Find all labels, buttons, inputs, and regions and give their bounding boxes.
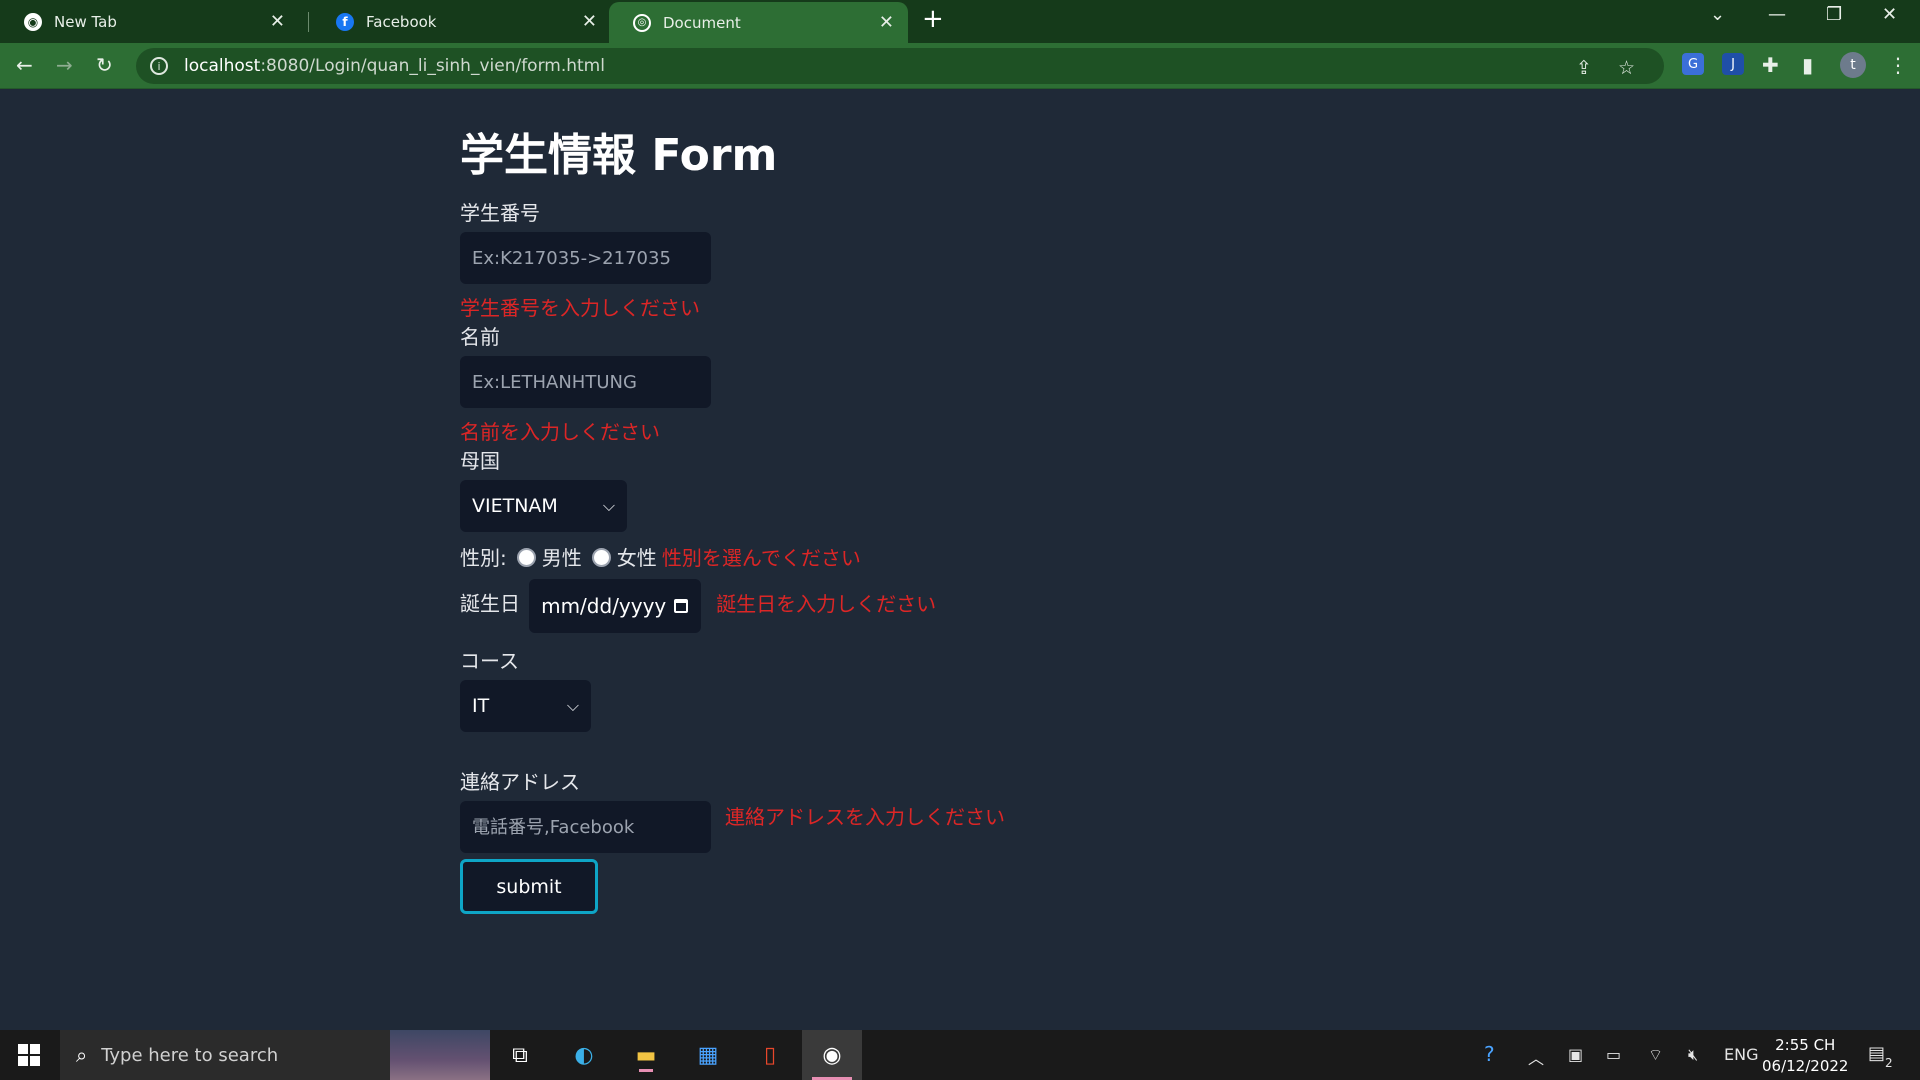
birthday-row: 誕生日 mm/dd/yyyy 誕生日を入力しください bbox=[460, 579, 1160, 633]
contact-label: 連絡アドレス bbox=[460, 770, 580, 794]
restore-icon[interactable]: ❐ bbox=[1826, 4, 1842, 25]
course-selected-value: IT bbox=[472, 695, 490, 717]
extensions-puzzle-icon[interactable]: ✚ bbox=[1762, 53, 1779, 77]
url-path: :8080/Login/quan_li_sinh_vien/form.html bbox=[260, 56, 605, 76]
chevron-down-icon: ⌵ bbox=[602, 496, 615, 515]
back-arrow-icon[interactable]: ← bbox=[16, 53, 33, 77]
page-title: 学生情報 Form bbox=[460, 130, 778, 181]
tab-divider bbox=[308, 12, 309, 32]
country-selected-value: VIETNAM bbox=[472, 495, 558, 517]
name-input[interactable] bbox=[460, 356, 711, 408]
gender-label: 性別: bbox=[460, 546, 507, 570]
j-extension-icon[interactable]: J bbox=[1722, 53, 1744, 75]
microsoft-store-icon[interactable]: ▦ bbox=[691, 1038, 725, 1072]
forward-arrow-icon[interactable]: → bbox=[56, 53, 73, 77]
side-panel-icon[interactable]: ▮ bbox=[1802, 53, 1813, 77]
minimize-icon[interactable]: — bbox=[1768, 4, 1786, 25]
window-close-icon[interactable]: ✕ bbox=[1882, 4, 1897, 25]
student-id-error: 学生番号を入力しください bbox=[460, 296, 700, 320]
volume-muted-icon[interactable]: 🔇︎ bbox=[1688, 1045, 1698, 1065]
contact-input[interactable] bbox=[460, 801, 711, 853]
chevron-down-icon: ⌵ bbox=[566, 696, 579, 715]
contact-error: 連絡アドレスを入力しください bbox=[725, 805, 1005, 829]
taskbar-search-box[interactable]: ⌕ Type here to search bbox=[60, 1030, 490, 1080]
battery-icon[interactable]: ▭ bbox=[1606, 1045, 1621, 1064]
birthday-date-input[interactable]: mm/dd/yyyy bbox=[529, 579, 702, 633]
facebook-icon: f bbox=[336, 12, 354, 31]
close-icon[interactable]: ✕ bbox=[879, 12, 894, 33]
share-icon[interactable]: ⇪ bbox=[1576, 57, 1592, 79]
file-explorer-icon[interactable]: ▬ bbox=[629, 1038, 663, 1072]
new-tab-icon[interactable]: + bbox=[922, 4, 944, 34]
clock-time: 2:55 CH bbox=[1775, 1036, 1836, 1054]
search-icon: ⌕ bbox=[76, 1043, 88, 1067]
chevron-up-icon[interactable]: ︿ bbox=[1528, 1045, 1544, 1069]
course-label: コース bbox=[460, 649, 519, 673]
office-icon[interactable]: ▯ bbox=[753, 1038, 787, 1072]
close-icon[interactable]: ✕ bbox=[270, 11, 285, 32]
student-id-label: 学生番号 bbox=[460, 201, 540, 225]
birthday-label: 誕生日 bbox=[460, 591, 520, 616]
radio-female-label: 女性 bbox=[616, 546, 657, 570]
taskbar-search-placeholder: Type here to search bbox=[101, 1044, 279, 1066]
tab-title: Facebook bbox=[366, 12, 437, 31]
windows-start-icon[interactable] bbox=[18, 1044, 40, 1066]
close-icon[interactable]: ✕ bbox=[582, 11, 597, 32]
clock-date: 06/12/2022 bbox=[1762, 1057, 1849, 1075]
tab-facebook[interactable]: f Facebook ✕ bbox=[312, 0, 611, 43]
radio-female[interactable] bbox=[591, 548, 611, 567]
bookmark-star-icon[interactable]: ☆ bbox=[1618, 57, 1635, 79]
notification-icon[interactable]: ▤ bbox=[1868, 1043, 1885, 1064]
radio-male-label: 男性 bbox=[541, 546, 582, 570]
task-view-icon[interactable]: ⧉ bbox=[503, 1038, 537, 1072]
menu-kebab-icon[interactable]: ⋮ bbox=[1888, 53, 1908, 77]
language-indicator[interactable]: ENG bbox=[1724, 1045, 1758, 1064]
submit-button[interactable]: submit bbox=[460, 859, 598, 914]
address-bar[interactable]: i localhost:8080/Login/quan_li_sinh_vien… bbox=[136, 48, 1664, 84]
url-host: localhost bbox=[184, 56, 261, 76]
taskbar: ⌕ Type here to search ⧉ ◐ ▬ ▦ ▯ ◉ ? ︿ ▣ … bbox=[0, 1030, 1920, 1080]
page-content: 学生情報 Form 学生番号 学生番号を入力しください 名前 名前を入力しくださ… bbox=[0, 89, 1920, 1030]
edge-icon[interactable]: ◐ bbox=[567, 1038, 601, 1072]
meet-now-icon[interactable]: ▣ bbox=[1568, 1045, 1583, 1064]
search-highlight-image bbox=[390, 1030, 490, 1080]
calendar-icon[interactable] bbox=[674, 599, 689, 613]
tab-strip: ◉ New Tab ✕ f Facebook ✕ ◎ Document ✕ + … bbox=[0, 0, 1920, 43]
student-id-input[interactable] bbox=[460, 232, 711, 284]
student-form: 学生情報 Form 学生番号 学生番号を入力しください 名前 名前を入力しくださ… bbox=[460, 119, 1160, 914]
tab-title: New Tab bbox=[54, 12, 117, 31]
chrome-taskbar-icon[interactable]: ◉ bbox=[802, 1030, 862, 1080]
profile-avatar[interactable]: t bbox=[1840, 52, 1866, 78]
taskbar-clock[interactable]: 2:55 CH 06/12/2022 bbox=[1762, 1035, 1848, 1077]
country-select[interactable]: VIETNAM ⌵ bbox=[460, 480, 627, 532]
site-info-icon[interactable]: i bbox=[150, 57, 168, 75]
name-error: 名前を入力しください bbox=[460, 420, 660, 444]
reload-icon[interactable]: ↻ bbox=[96, 53, 113, 77]
notification-count: 2 bbox=[1885, 1056, 1893, 1070]
chrome-icon: ◉ bbox=[24, 12, 42, 31]
gender-error: 性別を選んでください bbox=[661, 546, 861, 570]
globe-icon: ◎ bbox=[633, 13, 651, 32]
country-label: 母国 bbox=[460, 449, 500, 473]
tab-new-tab[interactable]: ◉ New Tab ✕ bbox=[0, 0, 299, 43]
course-select[interactable]: IT ⌵ bbox=[460, 680, 591, 732]
tab-search-icon[interactable]: ⌄ bbox=[1710, 4, 1725, 25]
birthday-error: 誕生日を入力しください bbox=[716, 591, 937, 616]
translate-extension-icon[interactable]: G bbox=[1682, 53, 1704, 75]
gender-row: 性別: 男性 女性 性別を選んでください bbox=[460, 542, 1160, 571]
browser-toolbar: ← → ↻ i localhost:8080/Login/quan_li_sin… bbox=[0, 43, 1920, 89]
wifi-icon[interactable]: ⌔ bbox=[1648, 1045, 1663, 1065]
radio-male[interactable] bbox=[516, 548, 536, 567]
tab-title: Document bbox=[663, 13, 741, 32]
tab-document[interactable]: ◎ Document ✕ bbox=[609, 2, 908, 43]
help-icon[interactable]: ? bbox=[1484, 1042, 1495, 1066]
name-label: 名前 bbox=[460, 325, 500, 349]
contact-row: 連絡アドレスを入力しください bbox=[460, 795, 1160, 853]
date-placeholder: mm/dd/yyyy bbox=[541, 594, 667, 618]
